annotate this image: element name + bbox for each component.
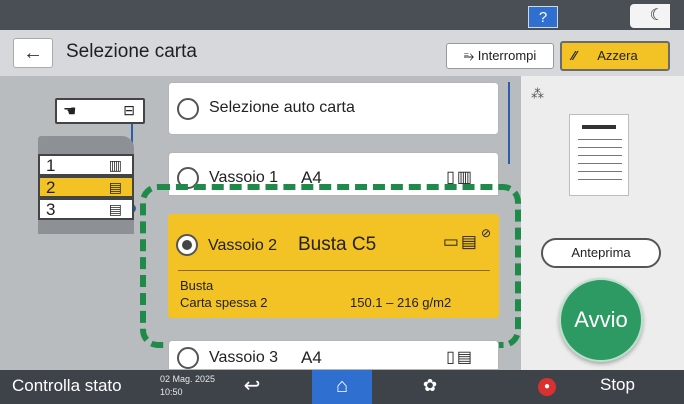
gear-icon: ✿	[422, 376, 438, 395]
option-label: Vassoio 2	[208, 237, 278, 254]
right-panel: ⁂ Anteprima Avvio	[521, 76, 684, 370]
page-title: Selezione carta	[66, 41, 197, 62]
back-button[interactable]: ←	[13, 38, 53, 68]
settings-button[interactable]: ✿	[410, 370, 450, 404]
home-button[interactable]: ⌂	[312, 370, 372, 404]
energy-saver-button[interactable]: ☾	[630, 4, 670, 28]
arrow-left-icon: ←	[23, 42, 43, 64]
diagram-tray-1: 1 ▥	[38, 154, 134, 176]
paper-stack-icon: ▤	[108, 179, 122, 195]
paper-stack-icon: ▤	[108, 201, 122, 217]
top-status-bar: ? ☾	[0, 0, 684, 30]
option-auto-paper-select[interactable]: Selezione auto carta	[168, 82, 499, 135]
scroll-indicator[interactable]	[508, 82, 510, 164]
paper-weight-value: 150.1 – 216 g/m2	[350, 295, 452, 310]
divider	[178, 270, 490, 271]
stop-icon: ●	[538, 378, 556, 396]
header: ← Selezione carta ⥱ Interrompi ∕∕ Azzera	[0, 30, 684, 76]
portrait-paper-icon: ▯▤	[446, 349, 474, 366]
interrupt-button[interactable]: ⥱ Interrompi	[446, 43, 554, 69]
printer-body	[38, 136, 134, 154]
diagram-tray-3: 3 ▤	[38, 198, 134, 220]
option-tray-2[interactable]: Vassoio 2 Busta C5 ▭▤ ⊘ Busta Carta spes…	[168, 214, 499, 318]
preview-button[interactable]: Anteprima	[541, 238, 661, 268]
option-label: Selezione auto carta	[209, 99, 355, 116]
document-preview-icon	[569, 114, 629, 196]
panel-grip-icon[interactable]: ⁂	[531, 86, 544, 102]
reset-icon: ∕∕	[572, 48, 577, 63]
tray-diagram: ☚ ⊟ 1 ▥ 2 ▤ 3 ▤	[0, 76, 160, 366]
bypass-tray-indicator: ☚ ⊟	[55, 98, 145, 124]
no-duplex-icon: ⊘	[480, 226, 491, 240]
option-label: Vassoio 3	[209, 349, 279, 366]
paper-type: Busta	[180, 278, 214, 293]
diagram-tray-2: 2 ▤	[38, 176, 134, 198]
paper-stack-icon: ▥	[108, 157, 122, 173]
radio-button[interactable]	[177, 347, 199, 369]
interrupt-label: Interrompi	[477, 48, 537, 63]
time: 10:50	[160, 387, 183, 397]
paper-size: Busta C5	[298, 234, 377, 255]
date: 02 Mag. 2025	[160, 374, 216, 384]
radio-button-selected[interactable]	[176, 234, 198, 256]
stop-button[interactable]: ● Stop	[528, 370, 684, 404]
bottom-bar: Controlla stato 02 Mag. 2025 10:50 ↩ ⌂ ✿…	[0, 370, 684, 404]
reset-button[interactable]: ∕∕ Azzera	[560, 41, 670, 71]
diagram-tray-number: 3	[46, 200, 56, 219]
stop-label: Stop	[600, 375, 635, 394]
landscape-paper-icon: ▭▤	[442, 232, 479, 251]
home-icon: ⌂	[335, 375, 349, 397]
date-time: 02 Mag. 2025 10:50	[160, 373, 215, 399]
start-button[interactable]: Avvio	[559, 278, 643, 362]
option-tray-3[interactable]: Vassoio 3 A4 ▯▤	[168, 340, 499, 370]
hand-icon: ☚	[63, 103, 77, 120]
paper-size: A4	[301, 348, 322, 367]
radio-button[interactable]	[177, 98, 199, 120]
reset-label: Azzera	[597, 48, 638, 63]
check-status-button[interactable]: Controlla stato	[0, 370, 154, 404]
return-arrow-icon: ↩	[243, 375, 261, 397]
help-button[interactable]: ?	[528, 6, 558, 28]
diagram-tray-number: 1	[46, 156, 56, 175]
printer-base	[38, 220, 134, 234]
interrupt-icon: ⥱	[463, 48, 475, 63]
back-nav-button[interactable]: ↩	[232, 370, 272, 404]
paper-weight-name: Carta spessa 2	[180, 295, 268, 310]
printer-illustration: 1 ▥ 2 ▤ 3 ▤	[38, 136, 134, 256]
crescent-moon-icon: ☾	[649, 7, 664, 24]
bypass-tray-icon: ⊟	[123, 102, 135, 118]
diagram-tray-number: 2	[46, 178, 56, 197]
